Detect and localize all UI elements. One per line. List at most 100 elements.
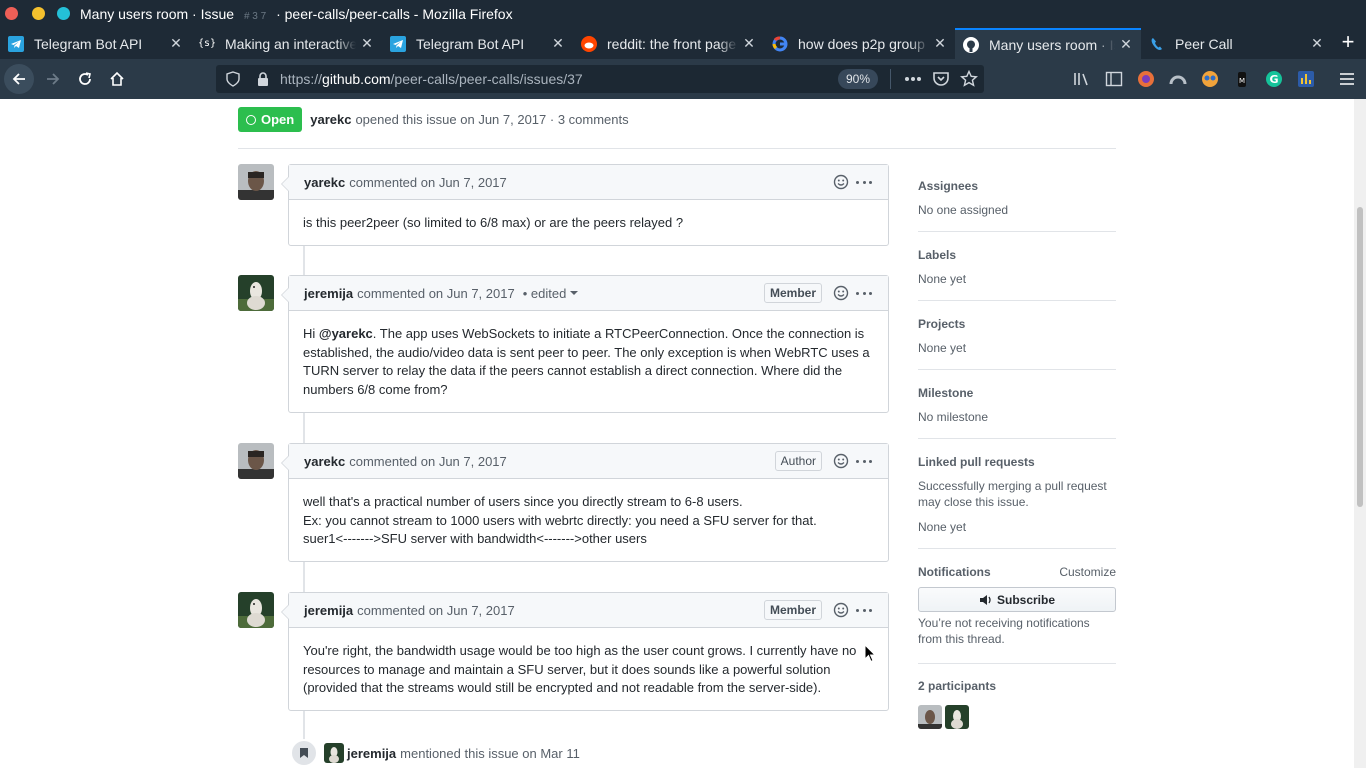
comment-timestamp[interactable]: commented on Jun 7, 2017 — [349, 175, 507, 190]
close-icon[interactable]: ✕ — [165, 35, 187, 52]
close-icon[interactable]: ✕ — [1306, 35, 1328, 52]
comment-author[interactable]: jeremija — [304, 286, 353, 301]
tab-google-search[interactable]: how does p2p group c ✕ — [764, 28, 955, 59]
header-divider — [238, 148, 1116, 149]
url-bar[interactable]: https://github.com/peer-calls/peer-calls… — [216, 65, 984, 93]
milestone-heading[interactable]: Milestone — [918, 386, 1116, 400]
tab-label: Many users room · Issu — [989, 36, 1115, 53]
back-button[interactable] — [4, 64, 34, 94]
issue-opened-icon — [246, 114, 256, 125]
pocket-icon[interactable] — [932, 70, 950, 88]
window-close-button[interactable] — [5, 7, 18, 20]
window-minimize-button[interactable] — [32, 7, 45, 20]
extension-arc-icon[interactable] — [1168, 69, 1188, 89]
kebab-menu-icon[interactable] — [856, 602, 872, 618]
smiley-icon[interactable] — [833, 602, 849, 618]
comment-text: Hi @yarekc. The app uses WebSockets to i… — [303, 325, 874, 399]
telegram-icon — [8, 35, 24, 52]
comment-box: jeremija commented on Jun 7, 2017 • edit… — [281, 275, 889, 413]
reload-icon — [79, 72, 91, 85]
comment-author[interactable]: yarekc — [304, 175, 345, 190]
event-actor-link[interactable]: jeremija — [347, 746, 396, 761]
extension-firefox-icon[interactable] — [1136, 69, 1156, 89]
smiley-icon[interactable] — [833, 285, 849, 301]
extension-owl-icon[interactable] — [1200, 69, 1220, 89]
avatar[interactable] — [238, 443, 274, 479]
extension-stats-icon[interactable] — [1296, 69, 1316, 89]
comment-author[interactable]: jeremija — [304, 603, 353, 618]
new-tab-button[interactable]: + — [1336, 31, 1360, 55]
tab-reddit[interactable]: reddit: the front page ✕ — [573, 28, 764, 59]
sidebar-assignees[interactable]: Assignees No one assigned — [918, 179, 1116, 218]
labels-heading[interactable]: Labels — [918, 248, 1116, 262]
sidebar-linked-pull-requests[interactable]: Linked pull requests Successfully mergin… — [918, 455, 1116, 535]
avatar[interactable] — [238, 275, 274, 311]
smiley-icon[interactable] — [833, 174, 849, 190]
close-icon[interactable]: ✕ — [929, 35, 951, 52]
forward-button[interactable] — [38, 64, 68, 94]
smiley-icon[interactable] — [833, 453, 849, 469]
comment-header: yarekc commented on Jun 7, 2017 Author — [289, 444, 888, 479]
window-maximize-button[interactable] — [57, 7, 70, 20]
window-title: Many users room · Issue # 3 7 · peer-cal… — [80, 6, 513, 22]
assignees-heading[interactable]: Assignees — [918, 179, 1116, 193]
edited-dropdown[interactable]: • edited — [523, 286, 567, 301]
projects-heading[interactable]: Projects — [918, 317, 1116, 331]
home-button[interactable] — [102, 64, 132, 94]
participant-avatar[interactable] — [918, 705, 942, 729]
scrollbar-thumb[interactable] — [1357, 207, 1363, 507]
comment-author[interactable]: yarekc — [304, 454, 345, 469]
comment-box: yarekc commented on Jun 7, 2017 Author w… — [281, 443, 889, 562]
issue-author-link[interactable]: yarekc — [310, 112, 351, 127]
sidebar-labels[interactable]: Labels None yet — [918, 248, 1116, 287]
issue-state-badge: Open — [238, 107, 303, 132]
menu-hamburger-icon[interactable] — [1337, 69, 1357, 89]
grammarly-icon[interactable]: G — [1264, 69, 1284, 89]
sidebar-toggle-icon[interactable] — [1104, 69, 1124, 89]
tab-telegram-bot-api-1[interactable]: Telegram Bot API ✕ — [0, 28, 191, 59]
participant-avatar[interactable] — [945, 705, 969, 729]
phone-icon — [1149, 36, 1165, 52]
url-separator — [890, 69, 891, 89]
close-icon[interactable]: ✕ — [356, 35, 378, 52]
extension-bottle-icon[interactable]: M — [1232, 69, 1252, 89]
comment-timestamp[interactable]: commented on Jun 7, 2017 — [349, 454, 507, 469]
tracking-shield-icon[interactable] — [224, 71, 242, 87]
user-mention-link[interactable]: @yarekc — [319, 326, 373, 341]
comment-timestamp[interactable]: commented on Jun 7, 2017 — [357, 286, 515, 301]
sidebar-divider — [918, 369, 1116, 370]
close-icon[interactable]: ✕ — [1115, 36, 1137, 53]
page-scrollbar[interactable] — [1354, 99, 1366, 768]
avatar[interactable] — [324, 743, 344, 763]
bookmark-star-icon[interactable] — [960, 70, 978, 88]
tab-making-interactive[interactable]: {s} Making an interactive ✕ — [191, 28, 382, 59]
telegram-icon — [390, 35, 406, 52]
tab-telegram-bot-api-2[interactable]: Telegram Bot API ✕ — [382, 28, 573, 59]
zoom-level-button[interactable]: 90% — [838, 69, 879, 89]
kebab-menu-icon[interactable] — [856, 453, 872, 469]
library-icon[interactable] — [1072, 69, 1092, 89]
sidebar-milestone[interactable]: Milestone No milestone — [918, 386, 1116, 425]
tab-peer-call[interactable]: Peer Call ✕ — [1141, 28, 1332, 59]
comment-timestamp[interactable]: commented on Jun 7, 2017 — [357, 603, 515, 618]
tab-many-users-room[interactable]: Many users room · Issu ✕ — [955, 28, 1141, 59]
page-actions-icon[interactable] — [904, 76, 922, 82]
kebab-menu-icon[interactable] — [856, 174, 872, 190]
subscribe-button[interactable]: Subscribe — [918, 587, 1116, 612]
customize-notifications-link[interactable]: Customize — [1059, 565, 1116, 579]
comment-text-rest: . The app uses WebSockets to initiate a … — [303, 326, 873, 397]
lock-icon[interactable] — [256, 71, 270, 87]
linked-prs-heading[interactable]: Linked pull requests — [918, 455, 1116, 469]
comment-text: You're right, the bandwidth usage would … — [303, 643, 861, 696]
close-icon[interactable]: ✕ — [738, 35, 760, 52]
close-icon[interactable]: ✕ — [547, 35, 569, 52]
chevron-down-icon[interactable] — [570, 291, 579, 295]
kebab-menu-icon[interactable] — [856, 285, 872, 301]
sidebar-projects[interactable]: Projects None yet — [918, 317, 1116, 356]
reload-button[interactable] — [70, 64, 100, 94]
avatar[interactable] — [238, 164, 274, 200]
avatar[interactable] — [238, 592, 274, 628]
labels-value: None yet — [918, 272, 967, 286]
url-text[interactable]: https://github.com/peer-calls/peer-calls… — [280, 71, 583, 87]
assignees-value: No one assigned — [918, 203, 1009, 217]
